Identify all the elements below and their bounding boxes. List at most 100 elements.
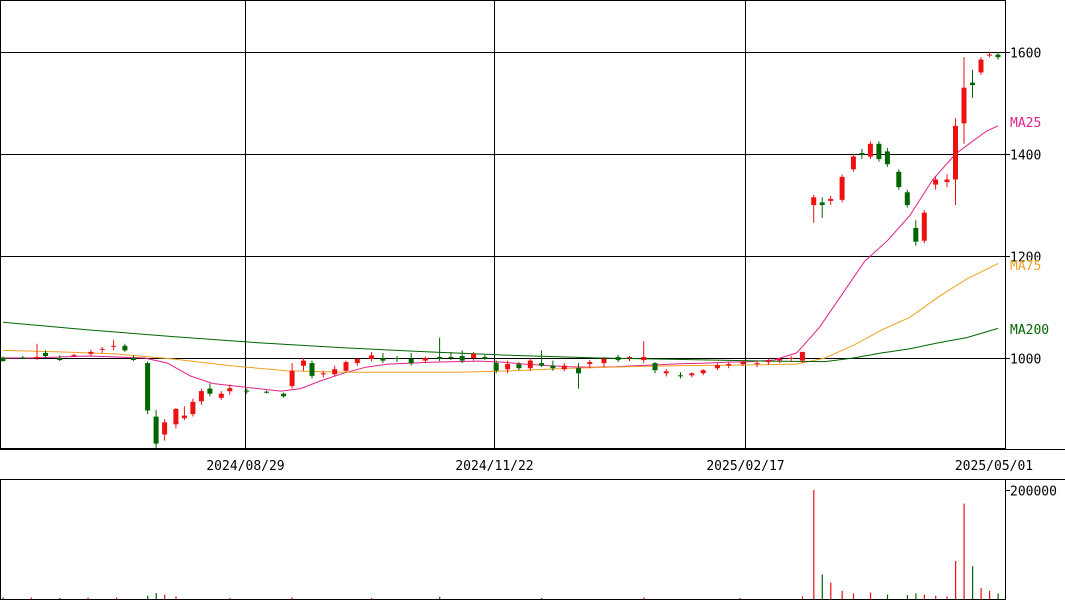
candle-body [933, 179, 939, 185]
candle-body [505, 364, 511, 370]
moving-average-label-ma25: MA25 [1010, 116, 1041, 131]
volume-bar [801, 596, 804, 599]
candle-body [539, 363, 545, 366]
date-tick-label: 2024/11/22 [455, 459, 533, 474]
candle-body [264, 391, 270, 393]
volume-bar [739, 597, 741, 599]
volume-bar [955, 560, 957, 599]
volume-bar [852, 593, 855, 599]
candle-body [700, 370, 706, 374]
volume-bar [886, 594, 889, 599]
candle-body [726, 364, 732, 366]
volume-bar [906, 595, 908, 599]
candle-body [111, 345, 117, 347]
candle-body [173, 409, 179, 425]
candle-body [301, 360, 306, 366]
volume-bar [915, 593, 917, 599]
volume-bar [946, 596, 948, 599]
candle-body [819, 202, 825, 205]
candle-body [471, 353, 477, 358]
candle-body [99, 348, 105, 350]
candle-body [153, 416, 159, 444]
volume-bar [59, 597, 61, 599]
candle-body [944, 179, 950, 182]
date-tick-label: 2025/05/01 [955, 459, 1033, 474]
candle-body [615, 357, 621, 361]
volume-bar [291, 597, 293, 599]
candle-body [482, 357, 488, 359]
candle-body [663, 371, 669, 374]
candle-body [448, 357, 454, 358]
candle-body [527, 360, 533, 369]
volume-bar [869, 592, 872, 599]
candle-body [162, 422, 168, 435]
candle-body [913, 227, 919, 242]
volume-bar [830, 582, 832, 599]
candle-body [587, 362, 593, 365]
candle-body [343, 362, 349, 371]
candle-body [71, 354, 77, 356]
candle-body [198, 391, 204, 402]
candle-body [57, 358, 63, 360]
candle-body [689, 373, 695, 376]
candle-body [354, 359, 360, 364]
candle-body [811, 197, 817, 205]
price-tick-label: 1000 [1010, 353, 1041, 368]
candle-body [281, 393, 287, 397]
volume-bar [963, 503, 965, 599]
volume-bar [2, 597, 4, 599]
volume-bar [841, 590, 843, 599]
chart-background [0, 0, 1065, 600]
volume-bar [30, 597, 32, 599]
volume-bar [155, 593, 157, 599]
candle-body [20, 357, 26, 359]
candle-body [627, 357, 632, 358]
volume-bar [980, 588, 982, 599]
volume-bar [643, 597, 645, 599]
candle-body [561, 365, 567, 370]
candle-body [437, 357, 443, 359]
candle-body [122, 345, 128, 351]
candle-body [961, 87, 967, 124]
candle-body [459, 356, 465, 361]
candle-body [859, 153, 865, 155]
candle-body [34, 357, 40, 358]
candle-body [714, 365, 720, 369]
moving-average-label-ma200: MA200 [1010, 323, 1049, 338]
date-tick-label: 2024/08/29 [206, 459, 284, 474]
candle-body [320, 373, 326, 375]
candle-body [995, 54, 1001, 58]
candle-body [904, 192, 910, 206]
candle-body [332, 369, 338, 375]
candle-body [408, 359, 414, 364]
volume-bar [175, 596, 177, 599]
volume-bar [87, 597, 89, 599]
candle-body [190, 401, 196, 415]
volume-bar [989, 590, 991, 599]
volume-bar [813, 490, 815, 599]
candle-body [987, 54, 992, 56]
candle-body [867, 143, 873, 157]
candle-body [550, 365, 556, 369]
candle-body [130, 358, 136, 360]
stock-chart: 10001200140016002024/08/29 2024/11/22 2025… [0, 0, 1065, 600]
volume-bar [371, 597, 373, 599]
candle-body [0, 357, 6, 362]
candle-body [876, 143, 882, 160]
candle-body [145, 363, 151, 411]
price-tick-label: 1400 [1010, 149, 1041, 164]
candle-body [601, 359, 607, 364]
volume-bar [147, 595, 149, 599]
candle-body [978, 59, 984, 73]
candle-body [788, 358, 794, 359]
candle-body [289, 370, 295, 387]
volume-bar [821, 574, 823, 599]
volume-tick-label: 200000 [1010, 485, 1057, 500]
candle-body [227, 388, 233, 392]
volume-bar [935, 595, 937, 599]
candle-body [896, 171, 902, 188]
candle-body [884, 151, 890, 165]
volume-bar [923, 594, 925, 599]
candle-body [754, 363, 760, 365]
candle-body [43, 352, 48, 356]
